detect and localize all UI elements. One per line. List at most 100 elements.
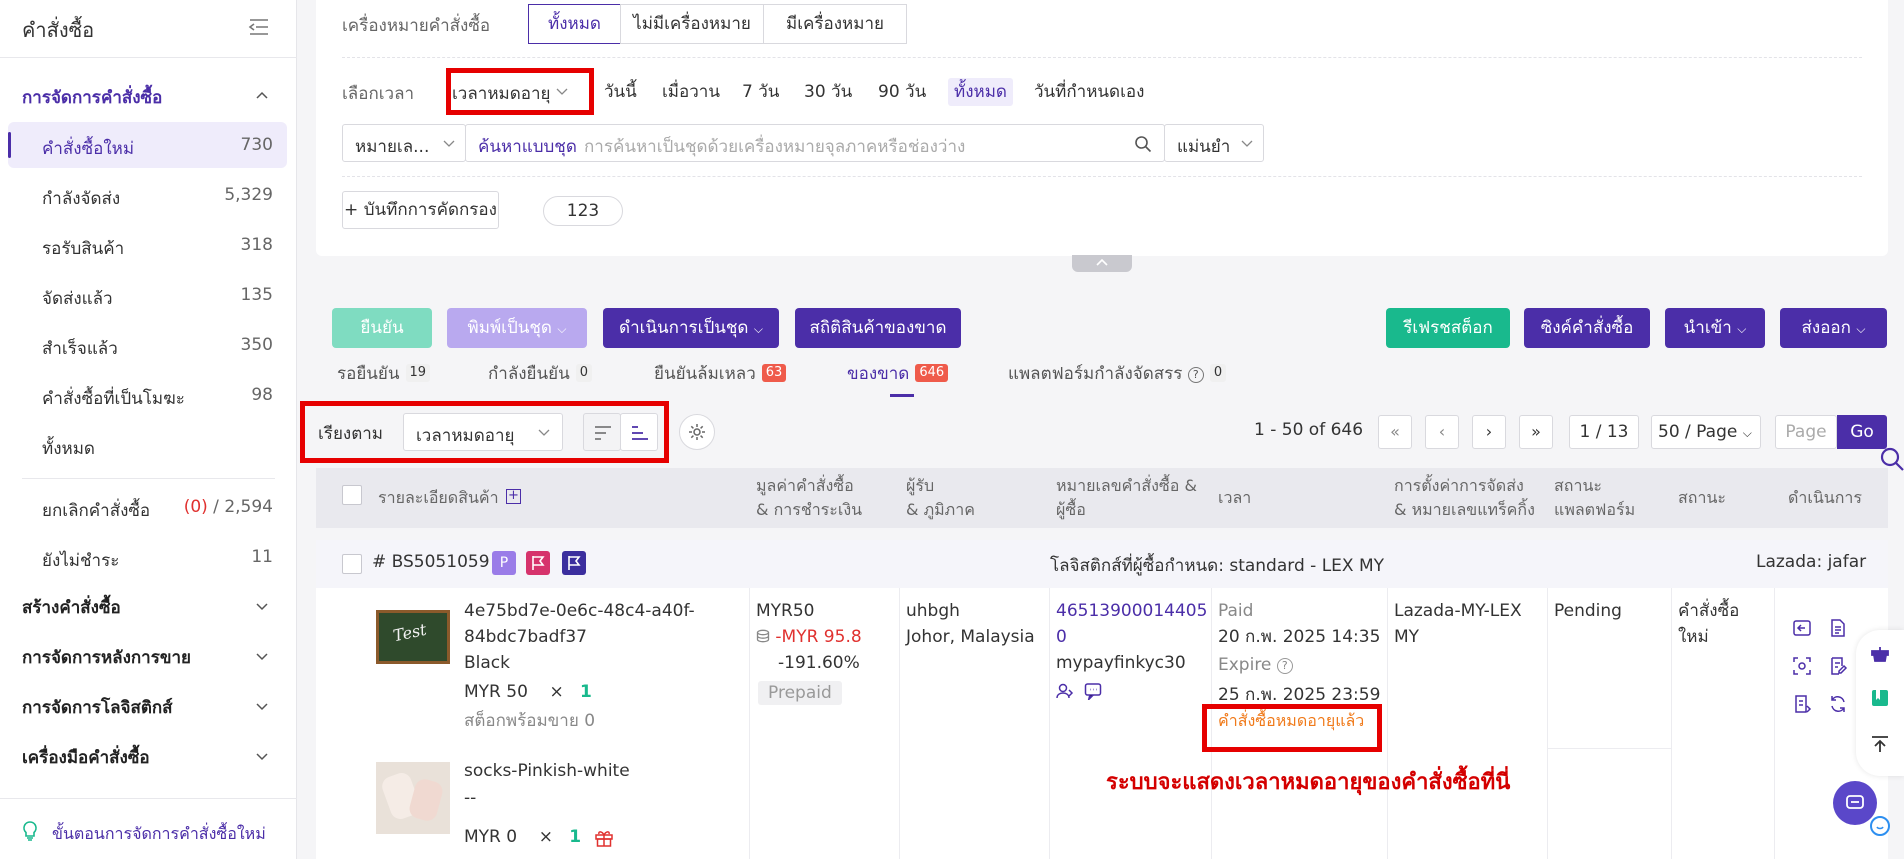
product-name[interactable]: socks-Pinkish-white bbox=[464, 758, 630, 784]
product-name[interactable]: 4e75bd7e-0e6c-48c4-a40f- 84bdc7badf37 bbox=[464, 598, 695, 650]
refresh-stock-button[interactable]: รีเฟรชสต็อก bbox=[1386, 308, 1510, 348]
flag-icon[interactable] bbox=[526, 551, 550, 575]
sidebar-item-completed[interactable]: สำเร็จแล้ว 350 bbox=[8, 322, 287, 368]
sidebar-group-order-management[interactable]: การจัดการคำสั่งซื้อ bbox=[22, 84, 162, 111]
search-icon[interactable] bbox=[1878, 445, 1904, 471]
select-all-checkbox[interactable] bbox=[342, 485, 362, 505]
action-document-icon[interactable] bbox=[1828, 618, 1848, 638]
sidebar-group-create-order[interactable]: สร้างคำสั่งซื้อ bbox=[22, 594, 121, 621]
go-button[interactable]: Go bbox=[1837, 415, 1887, 449]
tab-confirm-failed[interactable]: ยืนยันล้มเหลว 63 bbox=[654, 360, 787, 387]
batch-action-button[interactable]: ดำเนินการเป็นชุด ⌵ bbox=[603, 308, 779, 348]
order-checkbox[interactable] bbox=[342, 554, 362, 574]
first-page-button[interactable]: « bbox=[1378, 415, 1412, 449]
sync-orders-button[interactable]: ซิงค์คำสั่งซื้อ bbox=[1524, 308, 1650, 348]
page-number-input[interactable]: Page bbox=[1775, 415, 1837, 449]
new-order-guide-link[interactable]: ขั้นตอนการจัดการคำสั่งซื้อใหม่ bbox=[52, 822, 266, 847]
chevron-down-icon[interactable] bbox=[256, 600, 268, 612]
search-icon[interactable] bbox=[1134, 135, 1152, 153]
time-custom[interactable]: วันที่กำหนดเอง bbox=[1034, 78, 1144, 106]
order-value: MYR50 bbox=[756, 601, 815, 621]
action-frame-icon[interactable] bbox=[1792, 656, 1812, 676]
page-range: 1 - 50 of 646 bbox=[1254, 420, 1364, 440]
header-platform-status: สถานะ แพลตฟอร์ม bbox=[1554, 476, 1636, 519]
time-all[interactable]: ทั้งหมด bbox=[948, 78, 1013, 106]
book-icon[interactable] bbox=[1870, 688, 1890, 708]
expire-label: Expire ? bbox=[1218, 652, 1293, 678]
page-indicator: 1 / 13 bbox=[1569, 415, 1639, 449]
last-page-button[interactable]: » bbox=[1519, 415, 1553, 449]
batch-print-button[interactable]: พิมพ์เป็นชุด ⌵ bbox=[447, 308, 587, 348]
time-7days[interactable]: 7 วัน bbox=[742, 78, 779, 106]
tab-out-of-stock[interactable]: ของขาด 646 bbox=[847, 360, 949, 387]
order-id[interactable]: # BS5051059 bbox=[372, 552, 490, 572]
tab-confirming[interactable]: กำลังยืนยัน 0 bbox=[488, 360, 593, 387]
buyer-profile-icon[interactable] bbox=[1056, 682, 1074, 700]
table-settings-button[interactable] bbox=[679, 414, 715, 450]
action-edit-icon[interactable] bbox=[1828, 656, 1848, 676]
tab-platform-allocating[interactable]: แพลตฟอร์มกำลังจัดสรร ? 0 bbox=[1008, 360, 1227, 387]
time-yesterday[interactable]: เมื่อวาน bbox=[662, 78, 720, 106]
store-name: Lazada: jafar bbox=[1756, 552, 1867, 572]
expand-all-icon[interactable]: + bbox=[506, 489, 521, 504]
mark-all-button[interactable]: ทั้งหมด bbox=[528, 4, 621, 44]
sidebar-group-order-tools[interactable]: เครื่องมือคำสั่งซื้อ bbox=[22, 744, 150, 771]
action-refresh-icon[interactable] bbox=[1828, 694, 1848, 714]
platform-status: Pending bbox=[1554, 601, 1622, 621]
sidebar-item-awaiting-pickup[interactable]: รอรับสินค้า 318 bbox=[8, 222, 287, 268]
chevron-down-icon[interactable] bbox=[256, 750, 268, 762]
tab-pending-confirm[interactable]: รอยืนยัน 19 bbox=[337, 360, 431, 387]
order-body: Test 4e75bd7e-0e6c-48c4-a40f- 84bdc7badf3… bbox=[316, 588, 1888, 859]
action-move-icon[interactable] bbox=[1792, 618, 1812, 638]
chevron-up-icon[interactable] bbox=[256, 90, 268, 102]
collapse-filter-toggle[interactable] bbox=[1072, 255, 1132, 272]
chat-support-button[interactable] bbox=[1833, 781, 1877, 825]
action-list-icon[interactable] bbox=[1792, 694, 1812, 714]
order-mark-label: เครื่องหมายคำสั่งซื้อ bbox=[342, 16, 491, 36]
chevron-down-icon[interactable] bbox=[256, 700, 268, 712]
flag-icon[interactable] bbox=[562, 551, 586, 575]
sidebar-item-new-orders[interactable]: คำสั่งซื้อใหม่ 730 bbox=[8, 122, 287, 168]
sidebar-group-logistics[interactable]: การจัดการโลจิสติกส์ bbox=[22, 694, 173, 721]
collapse-menu-icon[interactable] bbox=[248, 18, 270, 36]
saved-filter-chip[interactable]: 123 bbox=[543, 196, 623, 226]
mark-none-button[interactable]: ไม่มีเครื่องหมาย bbox=[620, 4, 764, 44]
sidebar-item-void[interactable]: คำสั่งซื้อที่เป็นโมฆะ 98 bbox=[8, 372, 287, 418]
export-button[interactable]: ส่งออก ⌵ bbox=[1780, 308, 1887, 348]
chat-icon[interactable] bbox=[1084, 682, 1102, 700]
prev-page-button[interactable]: ‹ bbox=[1425, 415, 1459, 449]
highlight-frame bbox=[446, 68, 594, 115]
time-30days[interactable]: 30 วัน bbox=[804, 78, 852, 106]
next-page-button[interactable]: › bbox=[1472, 415, 1506, 449]
search-type-select[interactable]: หมายเล... bbox=[342, 124, 466, 162]
sidebar-item-unpaid[interactable]: ยังไม่ชำระ 11 bbox=[8, 534, 287, 580]
product-image[interactable]: Test bbox=[376, 610, 450, 664]
header-status: สถานะ bbox=[1678, 488, 1726, 507]
chevron-down-icon bbox=[1241, 140, 1253, 147]
buyer-name: mypayfinkyc30 bbox=[1056, 653, 1186, 673]
out-of-stock-stats-button[interactable]: สถิติสินค้าของขาด bbox=[795, 308, 961, 348]
chevron-down-icon bbox=[443, 140, 455, 147]
save-filter-button[interactable]: + บันทึกการคัดกรอง bbox=[342, 191, 499, 229]
mark-has-button[interactable]: มีเครื่องหมาย bbox=[763, 4, 907, 44]
back-to-top-icon[interactable] bbox=[1870, 734, 1890, 754]
chevron-down-icon[interactable] bbox=[256, 650, 268, 662]
match-mode-select[interactable]: แม่นยำ bbox=[1164, 124, 1264, 162]
sidebar-item-cancelled[interactable]: ยกเลิกคำสั่งซื้อ (0) / 2,594 bbox=[8, 484, 287, 530]
notice-icon[interactable] bbox=[1870, 644, 1890, 664]
time-90days[interactable]: 90 วัน bbox=[878, 78, 926, 106]
import-button[interactable]: นำเข้า ⌵ bbox=[1665, 308, 1765, 348]
sidebar-item-shipping[interactable]: กำลังจัดส่ง 5,329 bbox=[8, 172, 287, 218]
sidebar-item-shipped[interactable]: จัดส่งแล้ว 135 bbox=[8, 272, 287, 318]
per-page-select[interactable]: 50 / Page ⌵ bbox=[1651, 415, 1761, 449]
help-icon: ? bbox=[1187, 367, 1204, 383]
product-image[interactable] bbox=[376, 762, 450, 834]
platform-order-number[interactable]: 46513900014405 0 bbox=[1056, 598, 1207, 650]
confirm-button[interactable]: ยืนยัน bbox=[332, 308, 432, 348]
sidebar-group-after-sales[interactable]: การจัดการหลังการขาย bbox=[22, 644, 191, 671]
sidebar-item-all[interactable]: ทั้งหมด bbox=[8, 422, 287, 468]
active-tab-indicator bbox=[890, 394, 914, 397]
search-input[interactable]: ค้นหาแบบชุด การค้นหาเป็นชุดด้วยเครื่องหม… bbox=[465, 124, 1165, 162]
time-today[interactable]: วันนี้ bbox=[604, 78, 637, 106]
order-status: คำสั่งซื้อ ใหม่ bbox=[1678, 601, 1740, 647]
